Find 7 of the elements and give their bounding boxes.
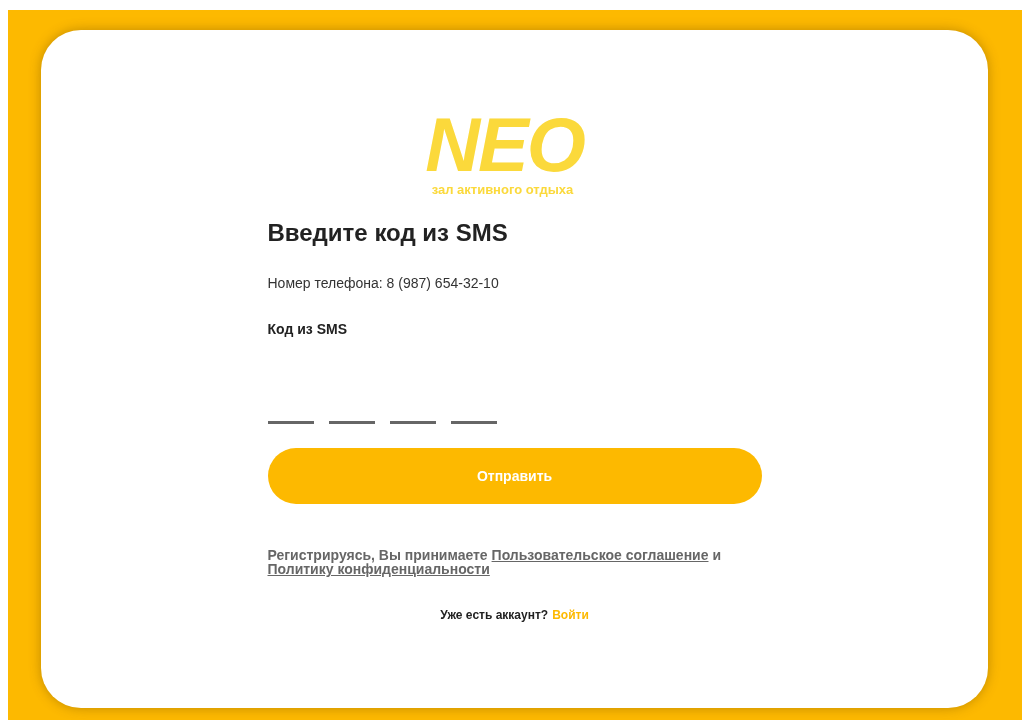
logo: NEO зал активного отдыха <box>425 112 584 197</box>
login-prompt: Уже есть аккаунт? <box>440 608 549 622</box>
user-agreement-link[interactable]: Пользовательское соглашение <box>491 547 709 563</box>
page-title: Введите код из SMS <box>267 219 509 247</box>
code-label: Код из SMS <box>267 321 348 337</box>
consent-text: Регистрируясь, Вы принимаете Пользовательское соглашение и Политику конфиденциальности <box>267 548 722 576</box>
phone-number-text: Номер телефона: 8 (987) 654-32-10 <box>267 275 500 291</box>
